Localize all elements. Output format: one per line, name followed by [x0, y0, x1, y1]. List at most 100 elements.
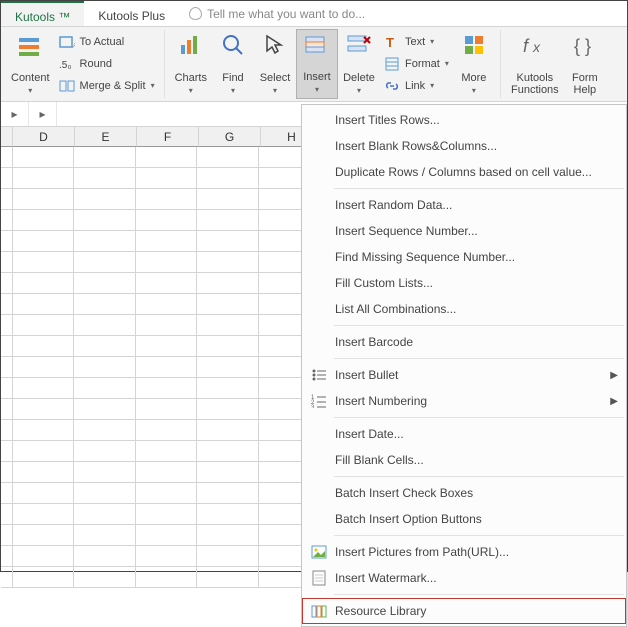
menu-insert-numbering[interactable]: 123 Insert Numbering▶ [302, 388, 626, 414]
menu-insert-random-data[interactable]: Insert Random Data... [302, 192, 626, 218]
cell[interactable] [136, 336, 197, 357]
menu-insert-blank-rows-cols[interactable]: Insert Blank Rows&Columns... [302, 133, 626, 159]
cell[interactable] [136, 315, 197, 336]
menu-list-all-combinations[interactable]: List All Combinations... [302, 296, 626, 322]
cell[interactable] [197, 462, 258, 483]
cell[interactable] [74, 147, 135, 168]
insert-button[interactable]: Insert▾ [296, 29, 338, 99]
cell[interactable] [136, 525, 197, 546]
cell[interactable] [197, 399, 258, 420]
menu-fill-custom-lists[interactable]: Fill Custom Lists... [302, 270, 626, 296]
menu-batch-checkboxes[interactable]: Batch Insert Check Boxes [302, 480, 626, 506]
cell[interactable] [197, 273, 258, 294]
cell[interactable] [13, 504, 74, 525]
cell[interactable] [74, 504, 135, 525]
cell[interactable] [74, 357, 135, 378]
menu-fill-blank-cells[interactable]: Fill Blank Cells... [302, 447, 626, 473]
cell[interactable] [13, 273, 74, 294]
cell[interactable] [136, 357, 197, 378]
cell[interactable] [136, 462, 197, 483]
cell[interactable] [13, 147, 74, 168]
fbar-btn-2[interactable]: ▸ [29, 102, 57, 126]
cell[interactable] [13, 189, 74, 210]
cell[interactable] [74, 399, 135, 420]
cell[interactable] [197, 420, 258, 441]
cell[interactable] [13, 525, 74, 546]
cell[interactable] [197, 294, 258, 315]
tab-kutools[interactable]: Kutools ™ [1, 1, 84, 26]
cell[interactable] [136, 147, 197, 168]
formula-helper-button[interactable]: { } Form Help [564, 29, 606, 99]
tell-me-search[interactable]: Tell me what you want to do... [189, 1, 365, 26]
menu-find-missing-sequence[interactable]: Find Missing Sequence Number... [302, 244, 626, 270]
charts-button[interactable]: Charts▾ [170, 29, 212, 99]
menu-insert-barcode[interactable]: Insert Barcode [302, 329, 626, 355]
link-button[interactable]: Link ▾ [380, 75, 453, 97]
cell[interactable] [74, 273, 135, 294]
cell[interactable] [74, 567, 135, 588]
menu-duplicate-rows-cols[interactable]: Duplicate Rows / Columns based on cell v… [302, 159, 626, 185]
menu-insert-titles-rows[interactable]: Insert Titles Rows... [302, 107, 626, 133]
cell[interactable] [74, 546, 135, 567]
cell[interactable] [136, 399, 197, 420]
cell[interactable] [74, 378, 135, 399]
tab-kutools-plus[interactable]: Kutools Plus [84, 1, 179, 26]
merge-split-button[interactable]: Merge & Split ▾ [55, 75, 159, 97]
cell[interactable] [13, 252, 74, 273]
menu-insert-bullet[interactable]: Insert Bullet▶ [302, 362, 626, 388]
menu-resource-library[interactable]: Resource Library [302, 598, 626, 624]
cell[interactable] [13, 441, 74, 462]
select-button[interactable]: Select▾ [254, 29, 296, 99]
cell[interactable] [197, 504, 258, 525]
cell[interactable] [13, 399, 74, 420]
cell[interactable] [197, 525, 258, 546]
cell[interactable] [13, 546, 74, 567]
cell[interactable] [136, 231, 197, 252]
more-button[interactable]: More▾ [453, 29, 495, 99]
menu-insert-date[interactable]: Insert Date... [302, 421, 626, 447]
cell[interactable] [74, 168, 135, 189]
cell[interactable] [74, 210, 135, 231]
cell[interactable] [197, 357, 258, 378]
cell[interactable] [13, 378, 74, 399]
cell[interactable] [197, 210, 258, 231]
cell[interactable] [197, 189, 258, 210]
cell[interactable] [136, 546, 197, 567]
cell[interactable] [13, 210, 74, 231]
cell[interactable] [197, 546, 258, 567]
cell[interactable] [13, 567, 74, 588]
content-button[interactable]: Content▾ [6, 29, 55, 99]
cell[interactable] [74, 525, 135, 546]
cell[interactable] [136, 294, 197, 315]
delete-button[interactable]: Delete▾ [338, 29, 380, 99]
cell[interactable] [197, 441, 258, 462]
cell[interactable] [74, 231, 135, 252]
cell[interactable] [74, 252, 135, 273]
cell[interactable] [13, 336, 74, 357]
cell[interactable] [13, 231, 74, 252]
cell[interactable] [74, 462, 135, 483]
col-header[interactable]: F [137, 127, 199, 147]
cell[interactable] [13, 483, 74, 504]
text-button[interactable]: T Text ▾ [380, 31, 453, 53]
cell[interactable] [13, 168, 74, 189]
cell[interactable] [74, 315, 135, 336]
format-button[interactable]: Format ▾ [380, 53, 453, 75]
cell[interactable] [197, 315, 258, 336]
cell[interactable] [136, 441, 197, 462]
menu-batch-option-buttons[interactable]: Batch Insert Option Buttons [302, 506, 626, 532]
cell[interactable] [74, 294, 135, 315]
cell[interactable] [74, 441, 135, 462]
round-button[interactable]: .5₀ Round [55, 53, 159, 75]
cell[interactable] [13, 357, 74, 378]
fbar-btn-1[interactable]: ▸ [1, 102, 29, 126]
cell[interactable] [197, 483, 258, 504]
cell[interactable] [136, 273, 197, 294]
menu-insert-pictures-url[interactable]: Insert Pictures from Path(URL)... [302, 539, 626, 565]
cell[interactable] [136, 189, 197, 210]
cell[interactable] [136, 168, 197, 189]
cell[interactable] [197, 336, 258, 357]
cell[interactable] [136, 378, 197, 399]
to-actual-button[interactable]: ↗ To Actual [55, 31, 159, 53]
menu-insert-watermark[interactable]: Insert Watermark... [302, 565, 626, 591]
